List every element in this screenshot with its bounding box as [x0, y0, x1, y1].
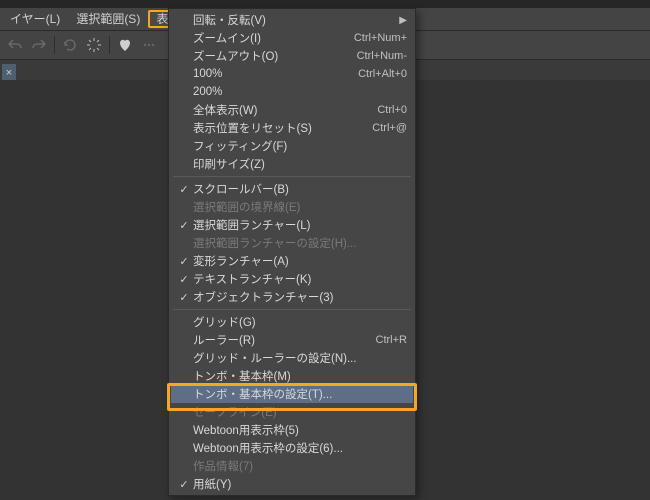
menu-item[interactable]: 表示位置をリセット(S) Ctrl+@: [169, 119, 415, 137]
menu-item[interactable]: ✓選択範囲ランチャー(L): [169, 216, 415, 234]
menu-item-label: 200%: [193, 86, 407, 98]
menu-separator: [173, 309, 411, 310]
checkmark-icon: ✓: [175, 273, 193, 286]
menu-item-label: テキストランチャー(K): [193, 271, 407, 287]
menu-item-label: 選択範囲の境界線(E): [193, 199, 407, 215]
menu-item-label: 100%: [193, 68, 346, 80]
menu-shortcut: Ctrl+Alt+0: [358, 68, 407, 80]
menu-item-label: ズームアウト(O): [193, 48, 345, 64]
redo-button[interactable]: [28, 34, 50, 56]
checkmark-icon: ✓: [175, 219, 193, 232]
menu-item-label: 用紙(Y): [193, 476, 407, 492]
menu-item-label: スクロールバー(B): [193, 181, 407, 197]
checkmark-icon: ✓: [175, 255, 193, 268]
menu-item-label: グリッド(G): [193, 314, 407, 330]
menu-item-label: オブジェクトランチャー(3): [193, 289, 407, 305]
undo-button[interactable]: [4, 34, 26, 56]
menu-item-label: 作品情報(7): [193, 458, 407, 474]
menu-item[interactable]: ✓テキストランチャー(K): [169, 270, 415, 288]
menu-item[interactable]: ✓変形ランチャー(A): [169, 252, 415, 270]
menu-item-label: Webtoon用表示枠(5): [193, 422, 407, 438]
menu-item[interactable]: ✓スクロールバー(B): [169, 180, 415, 198]
menu-item[interactable]: トンボ・基本枠の設定(T)...: [171, 385, 413, 403]
menu-shortcut: Ctrl+@: [372, 122, 407, 134]
checkmark-icon: ✓: [175, 291, 193, 304]
toolbar-separator: [54, 36, 55, 54]
submenu-arrow-icon: ▶: [399, 15, 407, 26]
menu-item-label: トンボ・基本枠(M): [193, 368, 407, 384]
menu-item[interactable]: フィッティング(F): [169, 137, 415, 155]
menu-item-label: セーフライン(E): [193, 404, 407, 420]
more-button[interactable]: [138, 34, 160, 56]
menu-item[interactable]: 200%: [169, 83, 415, 101]
menu-selection[interactable]: 選択範囲(S): [68, 10, 148, 28]
menu-shortcut: Ctrl+Num-: [357, 50, 407, 62]
menu-item: 作品情報(7): [169, 457, 415, 475]
menu-item-label: ズームイン(I): [193, 30, 342, 46]
checkmark-icon: ✓: [175, 478, 193, 491]
refresh-button[interactable]: [59, 34, 81, 56]
titlebar: [0, 0, 650, 8]
menu-item-label: 表示位置をリセット(S): [193, 120, 360, 136]
menu-item-label: 印刷サイズ(Z): [193, 156, 407, 172]
menu-layer[interactable]: イヤー(L): [2, 10, 68, 28]
menu-item[interactable]: 印刷サイズ(Z): [169, 155, 415, 173]
menu-item-label: 変形ランチャー(A): [193, 253, 407, 269]
menu-item-label: 全体表示(W): [193, 102, 365, 118]
checkmark-icon: ✓: [175, 183, 193, 196]
menu-item: 選択範囲ランチャーの設定(H)...: [169, 234, 415, 252]
menu-item-label: フィッティング(F): [193, 138, 407, 154]
menu-item[interactable]: グリッド・ルーラーの設定(N)...: [169, 349, 415, 367]
loading-icon: [83, 34, 105, 56]
menu-item[interactable]: トンボ・基本枠(M): [169, 367, 415, 385]
menu-item[interactable]: 回転・反転(V) ▶: [169, 11, 415, 29]
menu-item[interactable]: ルーラー(R) Ctrl+R: [169, 331, 415, 349]
menu-item-label: グリッド・ルーラーの設定(N)...: [193, 350, 407, 366]
menu-item[interactable]: ✓用紙(Y): [169, 475, 415, 493]
menu-shortcut: Ctrl+R: [376, 334, 407, 346]
menu-shortcut: Ctrl+0: [377, 104, 407, 116]
toolbar-separator: [109, 36, 110, 54]
menu-item[interactable]: 全体表示(W) Ctrl+0: [169, 101, 415, 119]
menu-item[interactable]: ✓オブジェクトランチャー(3): [169, 288, 415, 306]
menu-item[interactable]: グリッド(G): [169, 313, 415, 331]
menu-shortcut: Ctrl+Num+: [354, 32, 407, 44]
menu-item[interactable]: ズームイン(I) Ctrl+Num+: [169, 29, 415, 47]
menu-item-label: Webtoon用表示枠の設定(6)...: [193, 440, 407, 456]
menu-item-label: 選択範囲ランチャーの設定(H)...: [193, 235, 407, 251]
menu-item[interactable]: ズームアウト(O) Ctrl+Num-: [169, 47, 415, 65]
menu-item-label: ルーラー(R): [193, 332, 364, 348]
menu-item: 選択範囲の境界線(E): [169, 198, 415, 216]
menu-item: セーフライン(E): [169, 403, 415, 421]
menu-item[interactable]: 100% Ctrl+Alt+0: [169, 65, 415, 83]
view-menu-dropdown: 回転・反転(V) ▶ ズームイン(I) Ctrl+Num+ ズームアウト(O) Ctrl+…: [168, 8, 416, 496]
menu-item-label: トンボ・基本枠の設定(T)...: [193, 386, 407, 402]
menu-item-label: 選択範囲ランチャー(L): [193, 217, 407, 233]
menu-separator: [173, 176, 411, 177]
menu-item[interactable]: Webtoon用表示枠(5): [169, 421, 415, 439]
menu-item[interactable]: Webtoon用表示枠の設定(6)...: [169, 439, 415, 457]
heart-button[interactable]: [114, 34, 136, 56]
menu-item-label: 回転・反転(V): [193, 12, 391, 28]
